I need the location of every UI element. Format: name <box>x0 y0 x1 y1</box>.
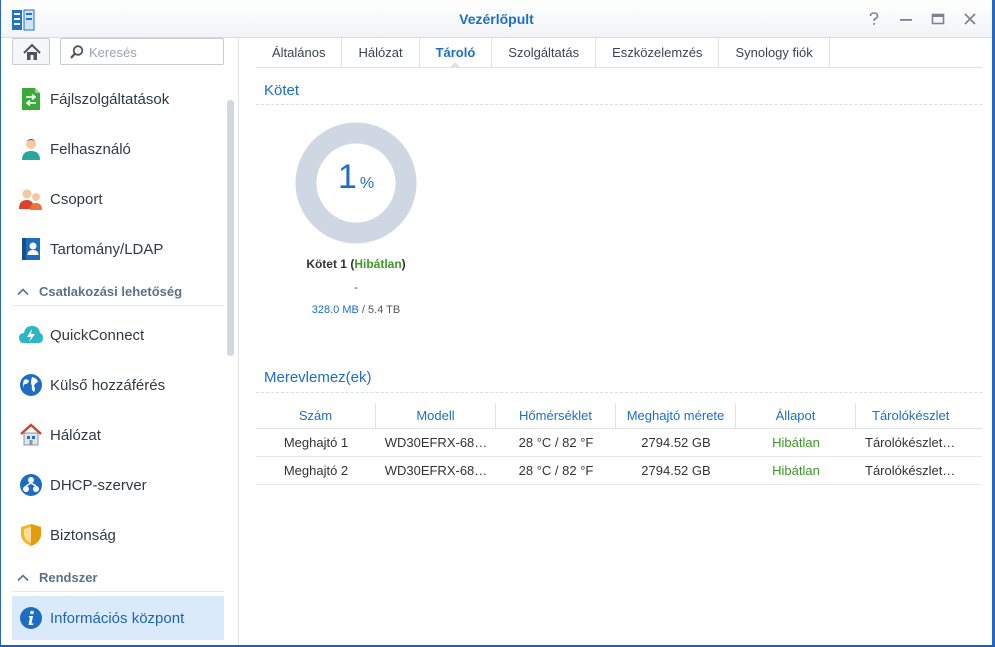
user-icon <box>18 136 44 162</box>
sidebar-item-label: QuickConnect <box>50 326 145 344</box>
minimize-icon[interactable] <box>897 10 915 28</box>
sidebar-item-security[interactable]: Biztonság <box>12 513 224 557</box>
chevron-up-icon <box>17 287 29 295</box>
search-box[interactable] <box>60 38 224 65</box>
help-icon[interactable] <box>865 10 883 28</box>
chevron-up-icon <box>17 573 29 581</box>
sidebar-item-label: Hálózat <box>50 426 101 444</box>
sidebar-item-file-services[interactable]: Fájlszolgáltatások <box>12 77 224 121</box>
column-header-storage-pool[interactable]: Tárolókészlet <box>856 403 982 428</box>
disks-table: Szám Modell Hőmérséklet Meghajtó mérete … <box>256 403 982 485</box>
maximize-icon[interactable] <box>929 10 947 28</box>
sidebar-item-label: Fájlszolgáltatások <box>50 90 170 108</box>
home-icon <box>23 43 41 60</box>
table-row[interactable]: Meghajtó 1 WD30EFRX-68… 28 °C / 82 °F 27… <box>256 429 982 457</box>
external-access-icon <box>18 372 44 398</box>
sidebar-item-external-access[interactable]: Külső hozzáférés <box>12 363 224 407</box>
sidebar-section-system[interactable]: Rendszer <box>12 564 224 592</box>
cell-model: WD30EFRX-68… <box>384 463 488 478</box>
volume-usage: 328.0 MB / 5.4 TB <box>311 304 401 316</box>
sidebar-item-label: Tartomány/LDAP <box>50 240 164 258</box>
sidebar: Fájlszolgáltatások Felhasználó <box>1 38 239 645</box>
group-icon <box>18 186 44 212</box>
search-icon <box>70 45 84 59</box>
volume-dash: - <box>354 280 358 294</box>
cell-storage-pool: Tárolókészlet… <box>865 463 956 478</box>
table-row[interactable]: Meghajtó 2 WD30EFRX-68… 28 °C / 82 °F 27… <box>256 457 982 485</box>
table-header: Szám Modell Hőmérséklet Meghajtó mérete … <box>256 403 982 429</box>
cell-status: Hibátlan <box>772 435 820 450</box>
usage-percent: 1 <box>337 158 357 196</box>
sidebar-item-group[interactable]: Csoport <box>12 177 224 221</box>
title-bar: Vezérlőpult <box>1 0 992 38</box>
disks-section-title: Merevlemez(ek) <box>264 369 372 386</box>
volume-name: Kötet 1 <box>306 257 347 271</box>
close-icon[interactable] <box>961 10 979 28</box>
sidebar-item-label: Biztonság <box>50 526 116 544</box>
section-divider <box>256 392 982 393</box>
column-header-drive-size[interactable]: Meghajtó mérete <box>616 403 736 428</box>
sidebar-item-label: Csoport <box>50 190 103 208</box>
tab-service[interactable]: Szolgáltatás <box>492 38 597 67</box>
volume-used: 328.0 MB <box>311 304 359 316</box>
security-shield-icon <box>18 522 44 548</box>
tab-general[interactable]: Általános <box>256 38 343 67</box>
control-panel-window: Vezérlőpult Keresés Fájlszolgáltatások F… <box>0 0 995 645</box>
tab-synology-account[interactable]: Synology fiók <box>719 38 830 67</box>
cell-storage-pool: Tárolókészlet… <box>865 435 956 450</box>
sidebar-item-label: Külső hozzáférés <box>50 376 166 394</box>
volume-total: 5.4 TB <box>368 304 401 316</box>
sidebar-item-domain-ldap[interactable]: Tartomány/LDAP <box>12 227 224 271</box>
dhcp-server-icon <box>18 472 44 498</box>
sidebar-section-label: Rendszer <box>39 570 98 585</box>
column-header-temperature[interactable]: Hőmérséklet <box>496 403 616 428</box>
sidebar-section-connectivity[interactable]: Csatlakozási lehetőség <box>12 278 224 306</box>
tab-network[interactable]: Hálózat <box>342 38 420 67</box>
cell-number: Meghajtó 2 <box>283 463 349 478</box>
tab-device-analytics[interactable]: Eszközelemzés <box>596 38 720 67</box>
sidebar-item-label: Felhasználó <box>50 140 131 158</box>
cell-temperature: 28 °C / 82 °F <box>518 435 594 450</box>
quickconnect-icon <box>18 322 44 348</box>
column-header-number[interactable]: Szám <box>256 403 376 428</box>
cell-number: Meghajtó 1 <box>283 435 349 450</box>
cell-drive-size: 2794.52 GB <box>641 463 711 478</box>
domain-ldap-icon <box>18 236 44 262</box>
sidebar-item-quickconnect[interactable]: QuickConnect <box>12 313 224 357</box>
search-input[interactable] <box>89 43 217 61</box>
cell-temperature: 28 °C / 82 °F <box>518 463 594 478</box>
home-button[interactable] <box>12 38 50 65</box>
volume-name-line: Kötet 1 (Hibátlan) <box>306 257 406 271</box>
cell-drive-size: 2794.52 GB <box>641 435 711 450</box>
sidebar-item-label: Információs központ <box>50 609 185 627</box>
sidebar-item-label: DHCP-szerver <box>50 476 147 494</box>
volume-section-title: Kötet <box>264 82 300 99</box>
sidebar-section-label: Csatlakozási lehetőség <box>39 284 183 299</box>
sidebar-item-user[interactable]: Felhasználó <box>12 127 224 171</box>
section-divider <box>256 104 982 105</box>
donut-label: 1% <box>295 158 417 197</box>
volume-usage-donut: 1% <box>295 122 417 244</box>
info-icon <box>18 605 44 631</box>
cell-status: Hibátlan <box>772 463 820 478</box>
sidebar-item-dhcp-server[interactable]: DHCP-szerver <box>12 463 224 507</box>
file-services-icon <box>18 86 44 112</box>
sidebar-item-network[interactable]: Hálózat <box>12 413 224 457</box>
cell-model: WD30EFRX-68… <box>384 435 488 450</box>
column-header-model[interactable]: Modell <box>376 403 496 428</box>
network-icon <box>18 422 44 448</box>
window-title: Vezérlőpult <box>459 11 534 27</box>
sidebar-scrollbar[interactable] <box>227 100 234 356</box>
tab-storage[interactable]: Tároló <box>420 38 493 68</box>
sidebar-item-info-center[interactable]: Információs központ <box>12 596 224 640</box>
main-panel: Általános Hálózat Tároló Szolgáltatás Es… <box>240 38 992 645</box>
volume-status: Hibátlan <box>354 257 402 271</box>
column-header-status[interactable]: Állapot <box>736 403 856 428</box>
usage-percent-unit: % <box>359 175 375 192</box>
tab-bar: Általános Hálózat Tároló Szolgáltatás Es… <box>256 38 982 68</box>
